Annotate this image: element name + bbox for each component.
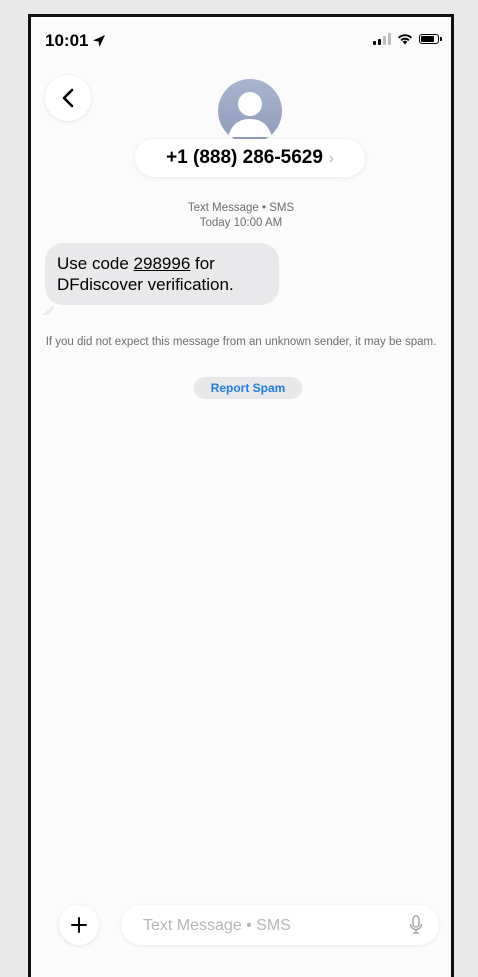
status-time-text: 10:01 bbox=[45, 31, 89, 50]
contact-number: +1 (888) 286-5629 bbox=[166, 147, 323, 168]
person-silhouette-icon bbox=[228, 92, 272, 137]
apps-plus-button[interactable] bbox=[59, 905, 99, 945]
phone-screen: 10:01 +1 (888) 286-5629 › Text Message •… bbox=[28, 14, 454, 977]
message-input[interactable] bbox=[141, 905, 395, 947]
report-spam-button[interactable]: Report Spam bbox=[194, 377, 302, 399]
wifi-icon bbox=[398, 34, 412, 45]
message-composer[interactable] bbox=[121, 905, 439, 947]
back-button[interactable] bbox=[45, 75, 91, 121]
contact-avatar[interactable] bbox=[218, 79, 282, 143]
incoming-message-bubble[interactable]: Use code 298996 for DFdiscover verificat… bbox=[45, 243, 279, 305]
status-icons bbox=[373, 33, 442, 45]
message-timestamp: Today 10:00 AM bbox=[199, 217, 283, 229]
chevron-right-icon: › bbox=[328, 149, 334, 167]
location-arrow-icon bbox=[93, 35, 106, 47]
screenshot-frame: 10:01 +1 (888) 286-5629 › Text Message •… bbox=[0, 0, 478, 977]
verification-code-link[interactable]: 298996 bbox=[134, 254, 191, 273]
signal-icon bbox=[373, 33, 391, 45]
message-service-label: Text Message • SMS bbox=[187, 202, 295, 214]
microphone-icon[interactable] bbox=[409, 915, 423, 935]
plus-icon bbox=[71, 917, 87, 933]
spam-warning-text: If you did not expect this message from … bbox=[45, 336, 437, 348]
status-time: 10:01 bbox=[45, 31, 106, 51]
chevron-left-icon bbox=[62, 88, 74, 108]
message-text-prefix: Use code bbox=[57, 254, 134, 273]
battery-icon bbox=[419, 34, 442, 44]
message-meta: Text Message • SMS Today 10:00 AM bbox=[31, 201, 451, 231]
bubble-tail bbox=[42, 305, 54, 315]
contact-name-button[interactable]: +1 (888) 286-5629 › bbox=[135, 139, 365, 177]
